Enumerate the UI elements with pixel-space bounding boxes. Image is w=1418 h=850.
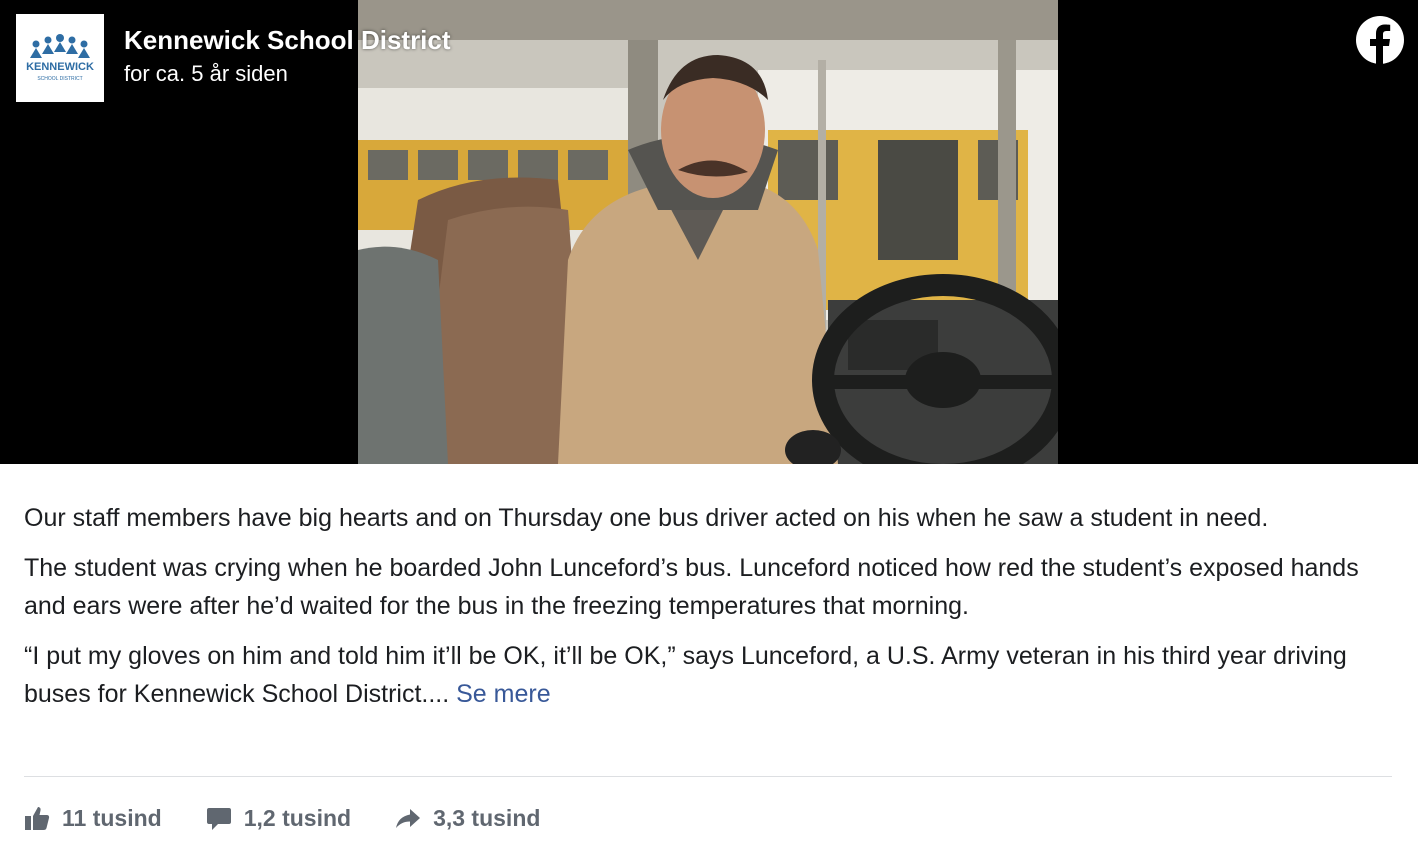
comment-count: 1,2 tusind bbox=[243, 804, 352, 831]
svg-text:KENNEWICK: KENNEWICK bbox=[26, 61, 94, 73]
post-stats-bar: 11 tusind 1,2 tusind 3,3 tusind bbox=[24, 798, 584, 838]
page-avatar[interactable]: KENNEWICK SCHOOL DISTRICT bbox=[16, 14, 104, 102]
post-paragraph: Our staff members have big hearts and on… bbox=[24, 504, 1269, 532]
share-arrow-icon bbox=[395, 805, 421, 831]
see-more-link[interactable]: Se mere bbox=[456, 680, 550, 708]
comment-icon bbox=[206, 805, 232, 831]
share-button[interactable]: 3,3 tusind bbox=[395, 805, 540, 832]
kennewick-logo-icon: KENNEWICK SCHOOL DISTRICT bbox=[26, 34, 94, 82]
thumbs-up-icon bbox=[24, 805, 50, 831]
post-paragraph-text: “I put my gloves on him and told him it’… bbox=[24, 642, 1347, 708]
facebook-post-embed: KENNEWICK SCHOOL DISTRICT Kennewick Scho… bbox=[0, 0, 1418, 850]
post-paragraph: “I put my gloves on him and told him it’… bbox=[24, 637, 1394, 713]
post-media[interactable]: KENNEWICK SCHOOL DISTRICT Kennewick Scho… bbox=[0, 0, 1418, 464]
post-timestamp[interactable]: for ca. 5 år siden bbox=[124, 60, 288, 88]
footer-divider bbox=[24, 776, 1392, 777]
page-name-link[interactable]: Kennewick School District bbox=[124, 24, 451, 56]
svg-text:SCHOOL DISTRICT: SCHOOL DISTRICT bbox=[37, 76, 82, 82]
like-button[interactable]: 11 tusind bbox=[24, 805, 162, 832]
like-count: 11 tusind bbox=[62, 804, 162, 831]
comment-button[interactable]: 1,2 tusind bbox=[206, 805, 351, 832]
share-count: 3,3 tusind bbox=[433, 804, 541, 831]
post-photo-bus-driver[interactable] bbox=[358, 0, 1058, 464]
post-message: Our staff members have big hearts and on… bbox=[24, 499, 1394, 725]
facebook-icon[interactable] bbox=[1356, 16, 1404, 64]
post-paragraph: The student was crying when he boarded J… bbox=[24, 554, 1359, 620]
